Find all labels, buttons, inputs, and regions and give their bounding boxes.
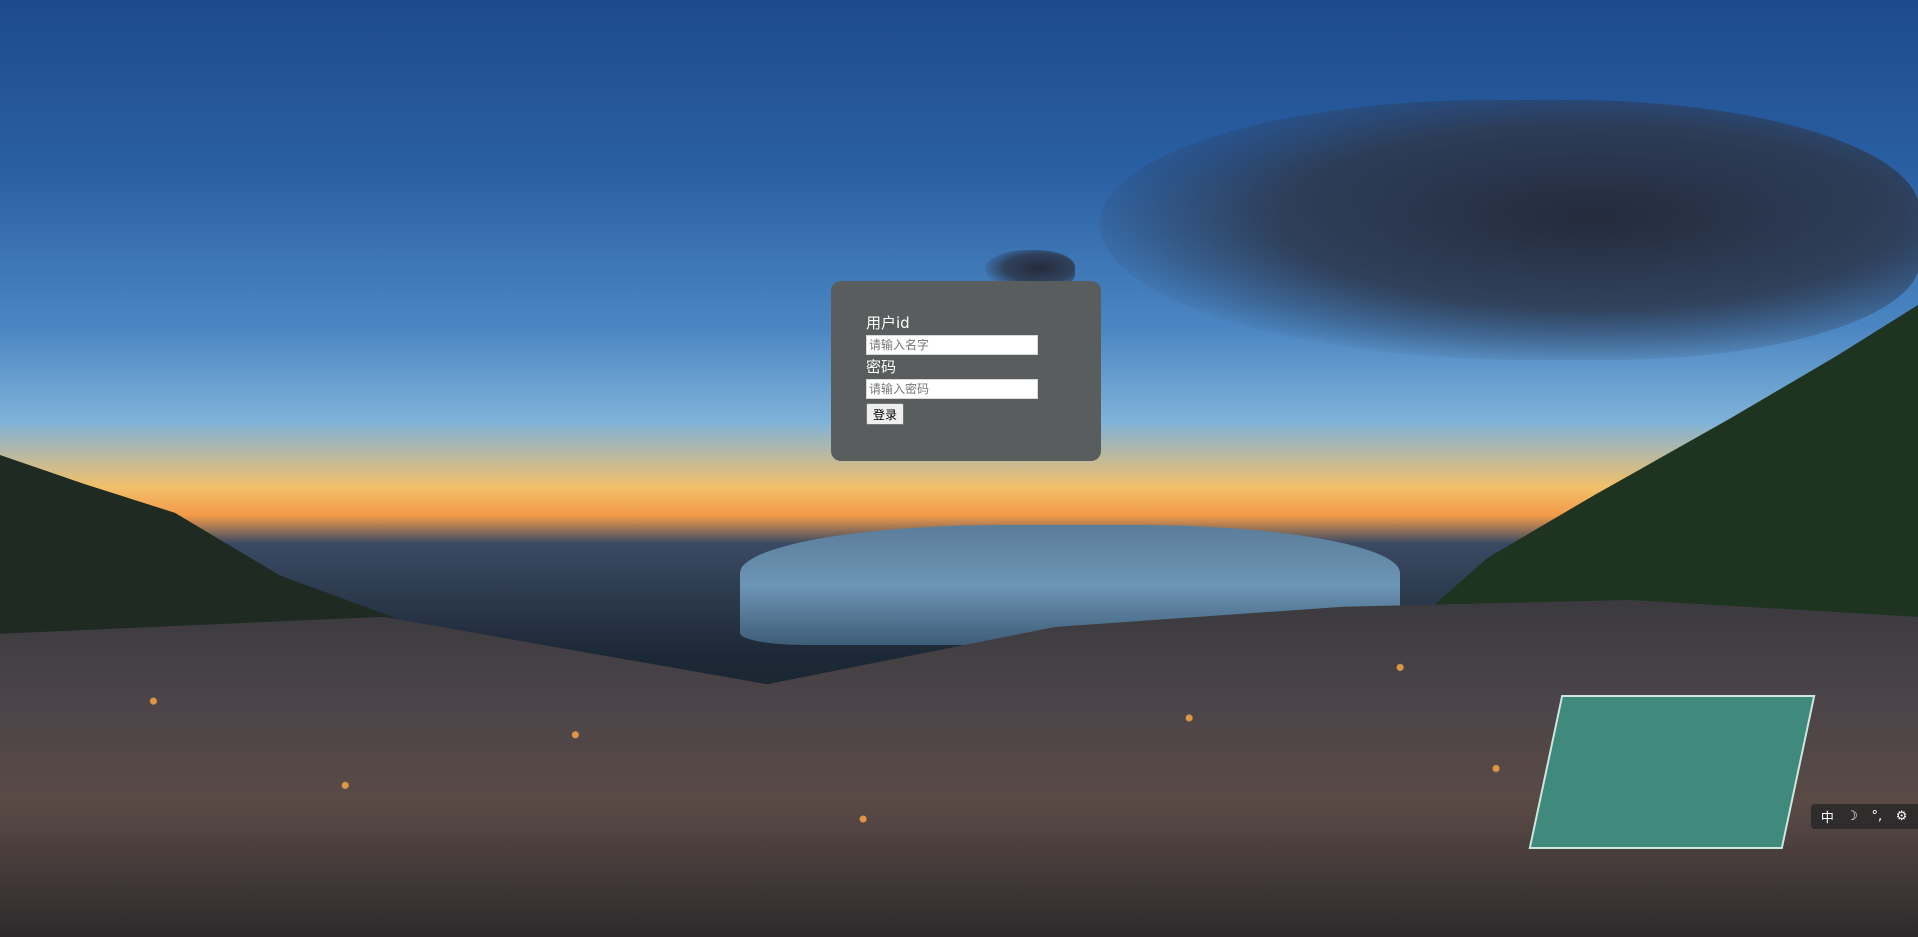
ime-toolbar: 中 ☽ °, ⚙ [1811, 804, 1918, 829]
password-label: 密码 [866, 358, 897, 376]
login-form: 用户id 密码 登录 [831, 281, 1101, 461]
basketball-court [1528, 695, 1816, 849]
user-id-input[interactable] [866, 335, 1038, 355]
settings-icon[interactable]: ⚙ [1892, 809, 1912, 824]
storm-cloud [1100, 100, 1918, 360]
login-button[interactable]: 登录 [866, 403, 905, 425]
background-photo [0, 0, 1918, 937]
user-id-label: 用户id [866, 314, 910, 332]
ime-language-toggle[interactable]: 中 [1817, 807, 1837, 826]
punctuation-icon[interactable]: °, [1867, 809, 1887, 824]
moon-icon[interactable]: ☽ [1842, 809, 1862, 824]
password-input[interactable] [866, 379, 1038, 399]
